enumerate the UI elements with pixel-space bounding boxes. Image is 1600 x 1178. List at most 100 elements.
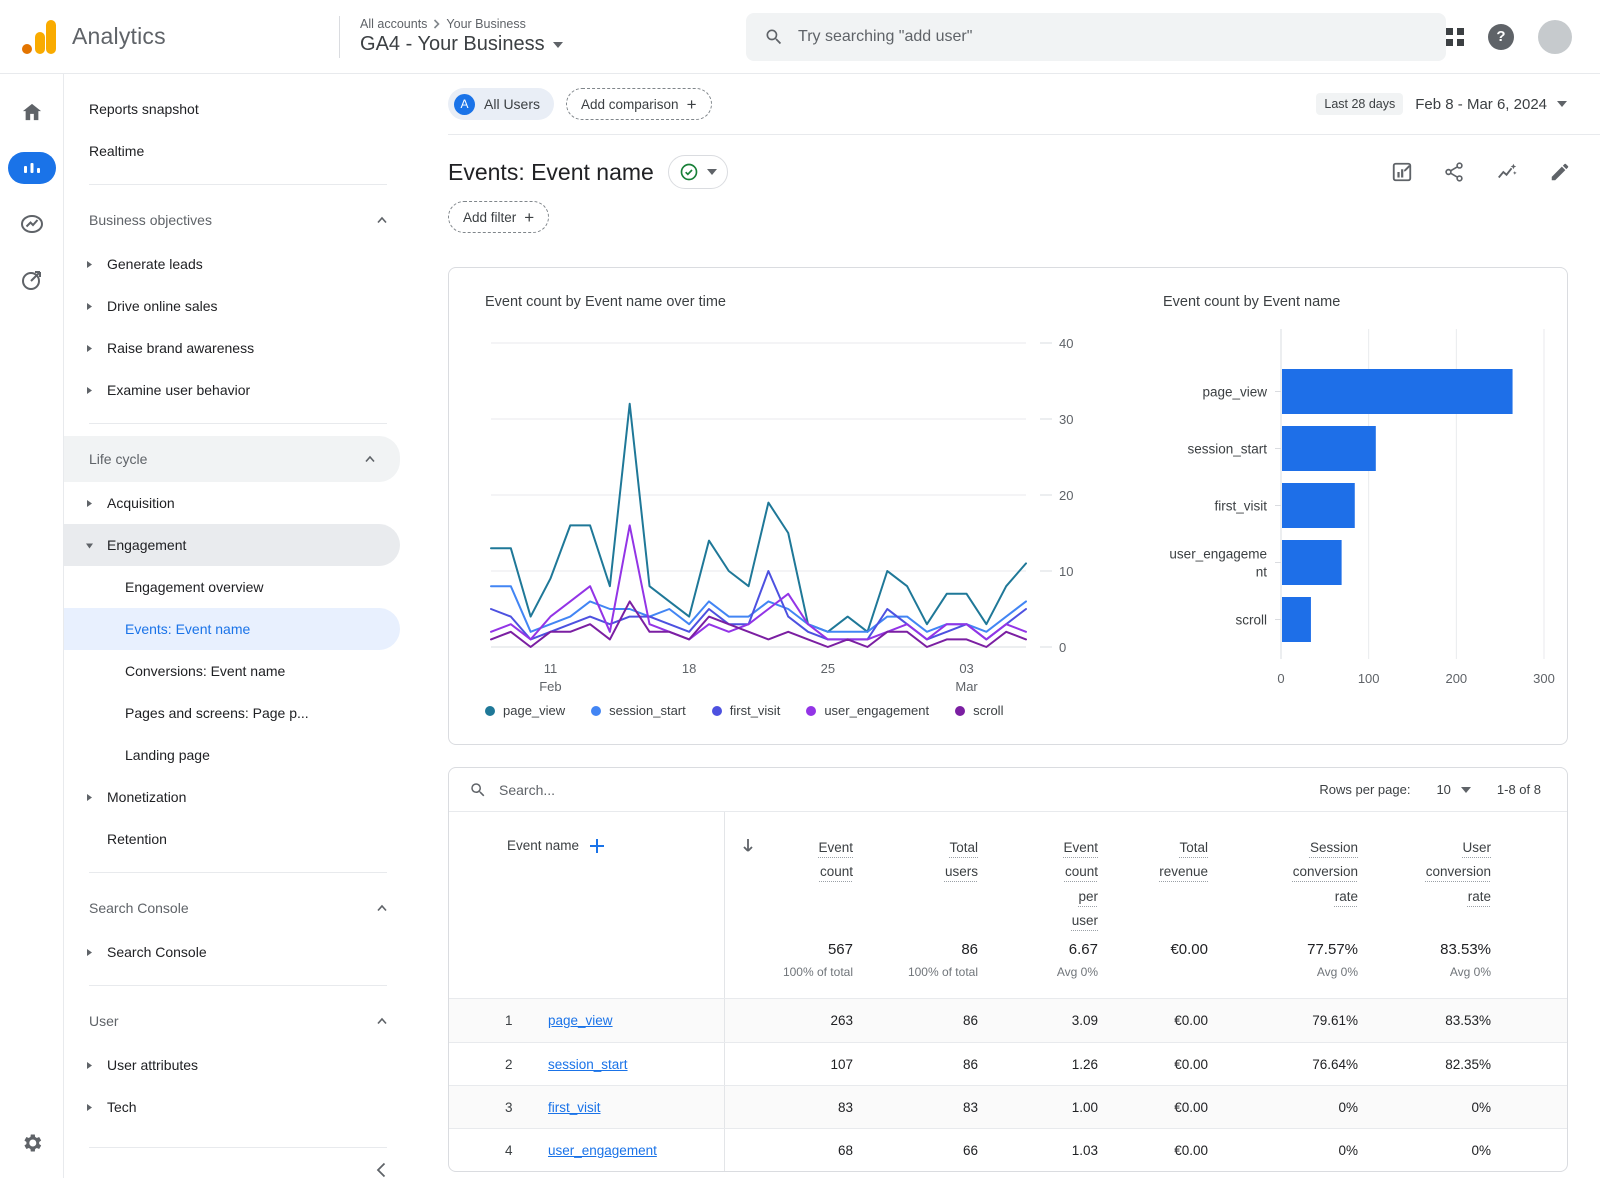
events-table-card: Rows per page: 10 1-8 of 8 Event name Eve… [448,767,1568,1172]
triangle-right-icon [85,386,94,395]
legend-dot [955,706,965,716]
sidebar-section-search-console[interactable]: Search Console [64,885,412,931]
rail-home-icon[interactable] [12,96,52,128]
column-header-total-revenue[interactable]: Total revenue [1098,812,1208,933]
property-selector[interactable]: GA4 - Your Business [360,33,610,56]
sidebar-item-raise-brand-awareness[interactable]: Raise brand awareness [64,327,412,369]
sidebar-divider [89,423,387,424]
sidebar-item-reports-snapshot[interactable]: Reports snapshot [64,88,412,130]
sidebar-item-examine-user-behavior[interactable]: Examine user behavior [64,369,412,411]
sidebar-item-generate-leads[interactable]: Generate leads [64,243,412,285]
collapse-sidebar-button[interactable] [64,1148,412,1178]
column-header-user-conversion-rate[interactable]: User conversion rate [1358,812,1567,933]
event-name-link[interactable]: page_view [548,1013,613,1028]
rows-per-page-select[interactable]: 10 [1436,782,1470,797]
global-search[interactable] [746,13,1446,61]
event-name-link[interactable]: session_start [548,1057,628,1072]
table-toolbar: Rows per page: 10 1-8 of 8 [449,768,1567,812]
customize-report-icon[interactable] [1391,161,1413,183]
sidebar-item-conversions-event-name[interactable]: Conversions: Event name [64,650,412,692]
plus-icon: + [687,96,697,113]
column-header-session-conversion-rate[interactable]: Session conversion rate [1208,812,1358,933]
date-range-picker[interactable]: Last 28 days Feb 8 - Mar 6, 2024 [1316,93,1600,115]
logo-block[interactable]: Analytics [0,20,339,54]
rail-advertising-icon[interactable] [12,264,52,296]
svg-text:nt: nt [1256,565,1268,580]
global-search-input[interactable] [798,28,1398,46]
sidebar-section-life-cycle[interactable]: Life cycle [64,436,400,482]
ga4-analytics-app: Analytics All accounts Your Business GA4… [0,0,1600,1178]
sidebar-item-drive-online-sales[interactable]: Drive online sales [64,285,412,327]
insights-icon[interactable] [1495,161,1519,183]
sidebar-item-monetization[interactable]: Monetization [64,776,412,818]
sidebar-item-events-event-name[interactable]: Events: Event name [64,608,400,650]
nav-arrow [78,386,100,395]
sidebar-item-engagement[interactable]: Engagement [64,524,400,566]
report-main: A All Users Add comparison + Last 28 day… [412,74,1600,1178]
breadcrumb: All accounts Your Business [360,17,610,31]
svg-text:11: 11 [544,661,558,676]
edit-icon[interactable] [1549,161,1571,183]
svg-text:10: 10 [1059,564,1073,579]
sidebar-section-business-objectives[interactable]: Business objectives [64,197,412,243]
sidebar-item-realtime[interactable]: Realtime [64,130,412,172]
admin-gear-icon[interactable] [20,1131,44,1160]
event-name-link[interactable]: user_engagement [548,1143,657,1158]
legend-label: first_visit [730,703,781,718]
row-metric-value: 3.09 [978,999,1098,1042]
sidebar-item-label: Pages and screens: Page p... [125,705,309,721]
sort-descending-icon[interactable] [725,812,771,933]
add-filter-button[interactable]: Add filter + [448,201,549,233]
table-pagination: Rows per page: 10 1-8 of 8 [1319,782,1541,797]
audience-chip-all-users[interactable]: A All Users [448,88,554,120]
svg-text:session_start: session_start [1187,442,1267,457]
row-rank: 4 [449,1129,539,1171]
breadcrumb-all-accounts: All accounts [360,17,427,31]
svg-text:25: 25 [821,661,835,676]
sidebar-section-label: Search Console [89,900,189,916]
row-metric-value: 0% [1208,1129,1358,1171]
sidebar-item-retention[interactable]: Retention [64,818,412,860]
sidebar-divider [89,184,387,185]
nav-arrow [78,948,100,957]
share-icon[interactable] [1443,161,1465,183]
column-header-total-users[interactable]: Total users [853,812,978,933]
sidebar-item-search-console[interactable]: Search Console [64,931,412,973]
table-search[interactable] [469,781,1319,799]
sidebar-item-landing-page[interactable]: Landing page [64,734,412,776]
column-header-label: Event count [818,840,853,879]
breadcrumb-your-business: Your Business [446,17,525,31]
column-header-event-name[interactable]: Event name [449,812,725,933]
legend-label: session_start [609,703,686,718]
totals-sublabel: Avg 0% [1358,965,1491,979]
column-header-event-count-per-user[interactable]: Event count per user [978,812,1098,933]
avatar[interactable] [1538,20,1572,54]
line-chart-panel: Event count by Event name over time 0102… [449,268,1109,744]
sidebar-item-engagement-overview[interactable]: Engagement overview [64,566,412,608]
account-breadcrumb-block[interactable]: All accounts Your Business GA4 - Your Bu… [360,17,610,56]
sidebar-item-user-attributes[interactable]: User attributes [64,1044,412,1086]
totals-value: €0.00 [1170,941,1208,958]
triangle-right-icon [85,302,94,311]
svg-text:0: 0 [1277,671,1284,686]
nav-arrow [78,1061,100,1070]
add-dimension-icon[interactable] [589,838,605,854]
sidebar-section-user[interactable]: User [64,998,412,1044]
event-name-link[interactable]: first_visit [548,1100,601,1115]
sidebar-item-acquisition[interactable]: Acquisition [64,482,412,524]
rail-reports-icon[interactable] [8,152,56,184]
legend-label: scroll [973,703,1003,718]
totals-sublabel: Avg 0% [1208,965,1358,979]
help-icon[interactable]: ? [1488,24,1514,50]
data-quality-badge[interactable] [668,155,728,189]
table-search-input[interactable] [499,782,899,798]
column-header-label: Event count per user [1063,840,1098,928]
sidebar-item-tech[interactable]: Tech [64,1086,412,1128]
sidebar-item-pages-and-screens-page-p[interactable]: Pages and screens: Page p... [64,692,412,734]
sidebar-item-label: Acquisition [107,495,175,511]
reports-side-nav: Reports snapshotRealtime Business objecti… [64,74,412,1178]
column-header-event-count[interactable]: Event count [771,812,853,933]
google-apps-icon[interactable] [1446,28,1464,46]
rail-explore-icon[interactable] [12,208,52,240]
add-comparison-button[interactable]: Add comparison + [566,88,712,120]
